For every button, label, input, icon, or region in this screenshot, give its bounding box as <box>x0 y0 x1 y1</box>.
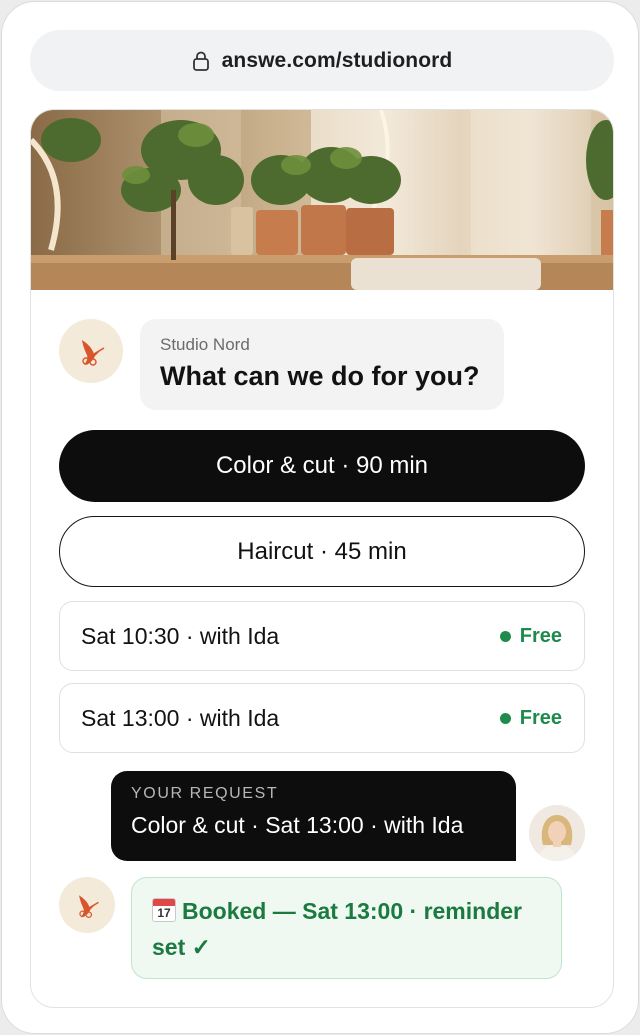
slot-label: Sat 13:00 · with Ida <box>81 704 280 731</box>
greeting-message: What can we do for you? <box>160 361 480 391</box>
user-request-bubble: YOUR REQUEST Color & cut · Sat 13:00 · w… <box>111 771 516 861</box>
chat-card: Studio Nord What can we do for you? Colo… <box>30 109 614 1008</box>
request-text: Color & cut · Sat 13:00 · with Ida <box>131 812 464 838</box>
status-free-text: Free <box>519 706 562 729</box>
phone-frame: answe.com/studionord Studio Nord What ca… <box>1 1 639 1034</box>
address-bar[interactable]: answe.com/studionord <box>30 30 614 91</box>
slot-option-1300[interactable]: Sat 13:00 · with Ida Free <box>59 683 585 753</box>
request-heading: YOUR REQUEST <box>131 785 279 802</box>
confirmation-text: Booked — Sat 13:00 · reminder set ✓ <box>152 898 522 960</box>
booking-confirmation-bubble: 17 Booked — Sat 13:00 · reminder set ✓ <box>131 877 562 979</box>
studio-avatar <box>59 877 115 933</box>
url-text: answe.com/studionord <box>221 48 453 72</box>
availability-dot-icon <box>499 630 511 642</box>
service-option-color-cut[interactable]: Color & cut · 90 min <box>59 430 585 502</box>
slot-label: Sat 10:30 · with Ida <box>81 622 280 649</box>
studio-greeting-bubble: Studio Nord What can we do for you? <box>140 319 504 410</box>
status-free-text: Free <box>519 624 562 647</box>
salon-hero-image <box>31 110 613 290</box>
studio-avatar <box>59 319 123 383</box>
slot-status: Free <box>499 706 562 730</box>
hummingbird-logo-icon <box>82 340 105 366</box>
user-photo <box>529 805 585 861</box>
slot-status: Free <box>499 624 562 648</box>
sender-name: Studio Nord <box>160 335 250 354</box>
calendar-icon: 17 <box>152 898 176 922</box>
slot-option-1030[interactable]: Sat 10:30 · with Ida Free <box>59 601 585 671</box>
service-option-haircut[interactable]: Haircut · 45 min <box>59 516 585 587</box>
availability-dot-icon <box>499 712 511 724</box>
user-avatar <box>529 805 585 861</box>
lock-icon <box>192 51 209 71</box>
calendar-day: 17 <box>157 906 171 920</box>
hummingbird-logo-icon <box>79 895 99 918</box>
